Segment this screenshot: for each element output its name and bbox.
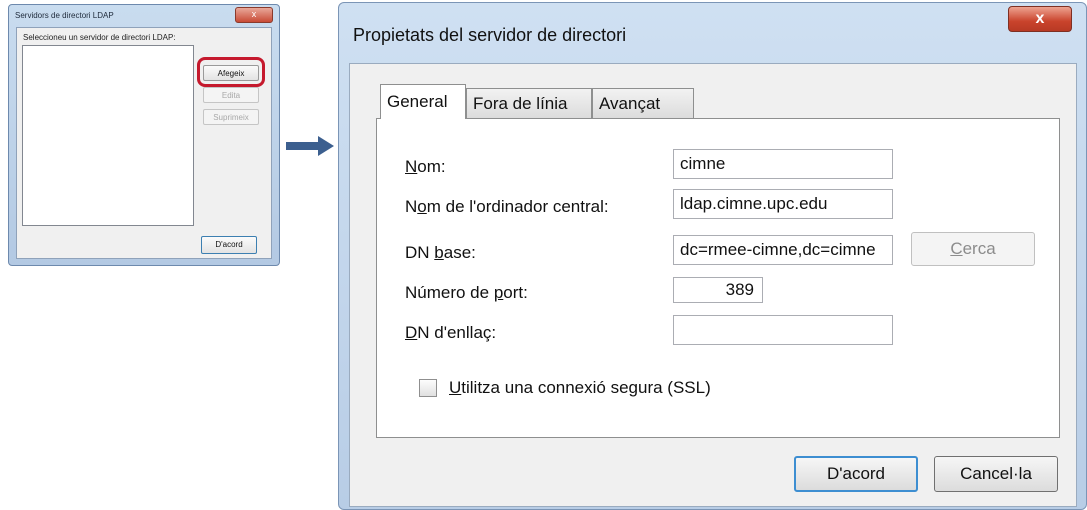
directory-server-properties-dialog: Propietats del servidor de directori x G… <box>338 2 1087 510</box>
base-dn-label: DN base: <box>405 243 476 262</box>
search-button[interactable]: Cerca <box>911 232 1035 266</box>
port-label: Número de port: <box>405 283 528 302</box>
dialog-title: Propietats del servidor de directori <box>353 25 627 45</box>
right-arrow-icon <box>286 136 334 156</box>
base-dn-field[interactable]: dc=rmee-cimne,dc=cimne <box>673 235 893 265</box>
close-icon: x <box>1035 10 1045 27</box>
hostname-field[interactable]: ldap.cimne.upc.edu <box>673 189 893 219</box>
server-list-label: Seleccioneu un servidor de directori LDA… <box>23 33 176 42</box>
edit-server-button[interactable]: Edita <box>203 87 259 103</box>
close-button[interactable]: x <box>235 7 273 23</box>
server-list[interactable] <box>22 45 194 226</box>
dialog-body: General Fora de línia Avançat Nom: cimne… <box>349 63 1077 507</box>
hostname-label: Nom de l'ordinador central: <box>405 197 609 216</box>
port-field[interactable]: 389 <box>673 277 763 303</box>
cancel-button[interactable]: Cancel·la <box>934 456 1058 492</box>
ldap-servers-dialog-title: Servidors de directori LDAP <box>15 11 114 20</box>
tab-advanced[interactable]: Avançat <box>592 88 694 118</box>
tab-general[interactable]: General <box>380 84 466 119</box>
ldap-servers-dialog-body: Seleccioneu un servidor de directori LDA… <box>16 27 272 259</box>
ok-button[interactable]: D'acord <box>201 236 257 254</box>
add-server-button[interactable]: Afegeix <box>203 65 259 81</box>
ok-button[interactable]: D'acord <box>794 456 918 492</box>
ssl-label[interactable]: Utilitza una connexió segura (SSL) <box>449 378 711 398</box>
name-field[interactable]: cimne <box>673 149 893 179</box>
general-tab-panel: Nom: cimne Nom de l'ordinador central: l… <box>376 118 1060 438</box>
close-icon: x <box>251 9 257 19</box>
bind-dn-field[interactable] <box>673 315 893 345</box>
close-button[interactable]: x <box>1008 6 1072 32</box>
ldap-servers-dialog: Servidors de directori LDAP x Seleccione… <box>8 4 280 266</box>
bind-dn-label: DN d'enllaç: <box>405 323 497 342</box>
delete-server-button[interactable]: Suprimeix <box>203 109 259 125</box>
ssl-checkbox[interactable] <box>419 379 437 397</box>
name-label: Nom: <box>405 157 446 176</box>
tab-offline[interactable]: Fora de línia <box>466 88 592 118</box>
